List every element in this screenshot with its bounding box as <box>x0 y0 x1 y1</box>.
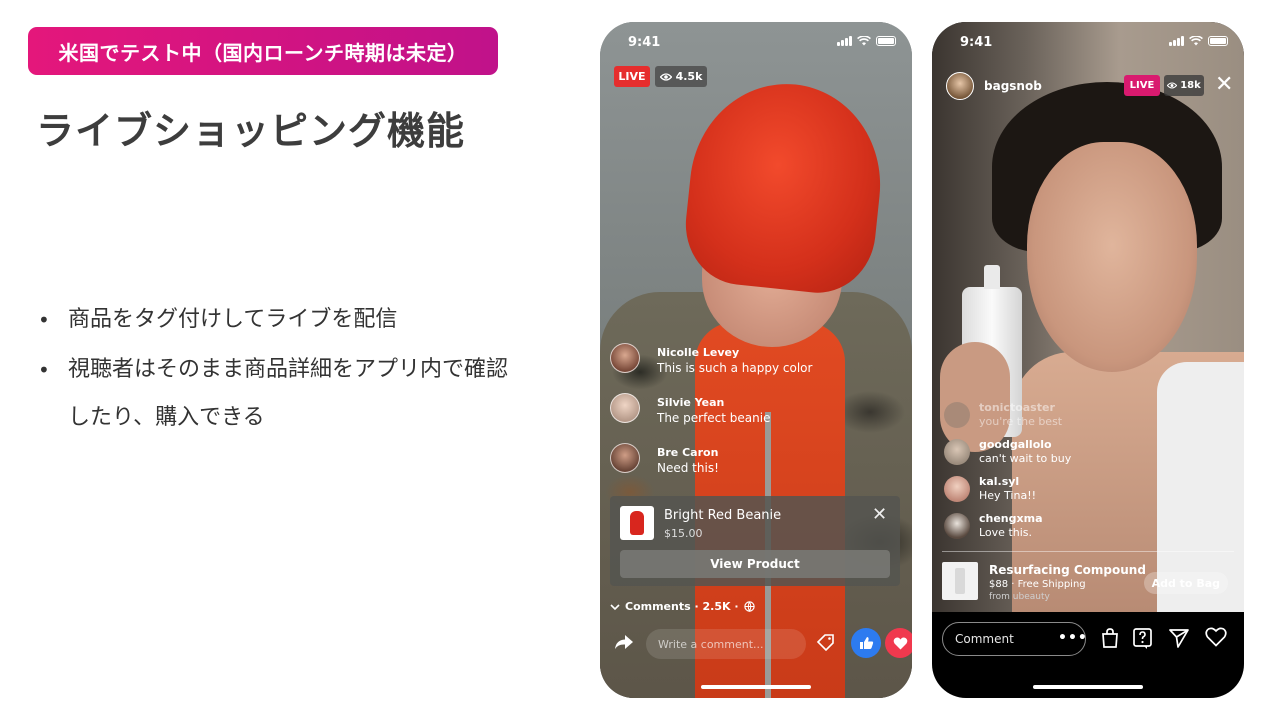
comment-text: Love this. <box>979 526 1033 539</box>
viewer-count-value: 18k <box>1180 80 1201 91</box>
product-price: $88 · Free Shipping <box>989 579 1086 590</box>
comment-author[interactable]: tonictoaster <box>979 398 1224 414</box>
avatar[interactable] <box>944 476 970 502</box>
home-indicator[interactable] <box>1033 685 1143 689</box>
comment-text: This is such a happy color <box>657 361 813 375</box>
bottle-icon <box>955 568 965 594</box>
avatar[interactable] <box>610 343 640 373</box>
list-item: 商品をタグ付けしてライブを配信 <box>36 296 576 344</box>
home-indicator[interactable] <box>701 685 811 689</box>
comment-author[interactable]: Silvie Yean <box>657 390 900 409</box>
thumbs-up-icon <box>859 637 873 649</box>
phone-live-video: 9:41 LIVE 4.5k Nicolle Levey This is suc… <box>600 22 912 698</box>
host-username[interactable]: bagsnob <box>984 79 1042 93</box>
love-button[interactable] <box>885 628 912 658</box>
shopping-bag-icon[interactable] <box>1100 627 1120 649</box>
status-time: 9:41 <box>628 35 661 50</box>
live-badge: LIVE <box>614 66 650 87</box>
close-icon[interactable]: ✕ <box>1215 74 1233 96</box>
status-badge: 米国でテスト中（国内ローンチ時期は未定） <box>28 27 498 75</box>
avatar[interactable] <box>610 393 640 423</box>
comment-text: can't wait to buy <box>979 452 1072 465</box>
viewer-count: 4.5k <box>655 66 707 87</box>
eye-icon <box>659 72 672 81</box>
status-bar: 9:41 <box>600 22 912 62</box>
comment-text: Hey Tina!! <box>979 489 1037 502</box>
avatar[interactable] <box>944 513 970 539</box>
wifi-icon <box>1189 36 1203 46</box>
host-profile[interactable]: bagsnob <box>946 72 1042 100</box>
live-comments: Nicolle Levey This is such a happy color… <box>610 340 900 490</box>
beanie-icon <box>630 511 644 535</box>
product-price: $15.00 <box>664 527 703 540</box>
product-thumbnail[interactable] <box>620 506 654 540</box>
comment-item: kal.syl Hey Tina!! <box>944 472 1224 509</box>
avatar[interactable] <box>944 402 970 428</box>
page-title: ライブショッピング機能 <box>36 109 466 153</box>
cellular-signal-icon <box>837 36 852 46</box>
view-product-button[interactable]: View Product <box>620 550 890 578</box>
comment-item: chengxma Love this. <box>944 509 1224 546</box>
send-icon[interactable] <box>1168 627 1190 649</box>
wifi-icon <box>857 36 871 46</box>
comment-text: you're the best <box>979 415 1063 428</box>
list-item-line: したり、購入できる <box>68 405 265 430</box>
phone-live-shopping: 9:41 bagsnob LIVE 18k ✕ tonictoaster you… <box>932 22 1244 698</box>
more-options-icon[interactable]: ••• <box>1058 630 1088 646</box>
comment-text: The perfect beanie <box>657 411 771 425</box>
battery-icon <box>876 36 896 46</box>
status-bar: 9:41 <box>932 22 1244 62</box>
comment-item: Bre Caron Need this! <box>610 440 900 490</box>
product-card[interactable]: Resurfacing Compound $88 · Free Shipping… <box>942 562 1234 604</box>
live-comments: tonictoaster you're the best goodgallolo… <box>944 398 1224 546</box>
comment-author[interactable]: chengxma <box>979 509 1224 525</box>
status-time: 9:41 <box>960 35 993 50</box>
product-name: Bright Red Beanie <box>664 508 782 523</box>
live-toolbar <box>610 627 912 661</box>
eye-icon <box>1167 82 1178 89</box>
share-icon[interactable] <box>614 633 634 651</box>
comment-item: Silvie Yean The perfect beanie <box>610 390 900 440</box>
comments-toggle[interactable]: Comments · 2.5K · <box>610 600 755 613</box>
comment-author[interactable]: Bre Caron <box>657 440 900 459</box>
heart-icon[interactable] <box>1205 627 1227 647</box>
divider <box>942 551 1234 552</box>
question-icon[interactable] <box>1132 627 1154 649</box>
comment-author[interactable]: goodgallolo <box>979 435 1224 451</box>
live-badge: LIVE <box>1124 75 1160 96</box>
product-thumbnail[interactable] <box>942 562 978 600</box>
globe-icon <box>743 601 755 612</box>
comment-text: Need this! <box>657 461 719 475</box>
battery-icon <box>1208 36 1228 46</box>
avatar[interactable] <box>946 72 974 100</box>
live-toolbar: ••• <box>942 622 1242 656</box>
like-button[interactable] <box>851 628 881 658</box>
viewer-count: 18k <box>1164 75 1204 96</box>
list-item: 視聴者はそのまま商品詳細をアプリ内で確認したり、購入できる <box>36 346 576 442</box>
comment-author[interactable]: kal.syl <box>979 472 1224 488</box>
viewer-count-value: 4.5k <box>675 70 703 83</box>
feature-list: 商品をタグ付けしてライブを配信 視聴者はそのまま商品詳細をアプリ内で確認したり、… <box>36 296 576 444</box>
product-card[interactable]: Bright Red Beanie $15.00 ✕ View Product <box>610 496 900 586</box>
avatar[interactable] <box>944 439 970 465</box>
comment-item: goodgallolo can't wait to buy <box>944 435 1224 472</box>
comment-item: tonictoaster you're the best <box>944 398 1224 435</box>
comments-count: Comments · 2.5K · <box>625 600 739 613</box>
product-seller: from ubeauty <box>989 592 1050 602</box>
comment-author[interactable]: Nicolle Levey <box>657 340 900 359</box>
comment-item: Nicolle Levey This is such a happy color <box>610 340 900 390</box>
avatar[interactable] <box>610 443 640 473</box>
product-name: Resurfacing Compound <box>989 563 1146 577</box>
comment-input[interactable] <box>646 629 806 659</box>
close-icon[interactable]: ✕ <box>872 506 887 524</box>
cellular-signal-icon <box>1169 36 1184 46</box>
list-item-line: 視聴者はそのまま商品詳細をアプリ内で確認 <box>68 357 509 382</box>
shopping-tag-icon[interactable] <box>816 633 836 651</box>
add-to-bag-button[interactable]: Add to Bag <box>1143 572 1228 594</box>
heart-icon <box>893 637 907 649</box>
chevron-down-icon <box>610 603 620 610</box>
